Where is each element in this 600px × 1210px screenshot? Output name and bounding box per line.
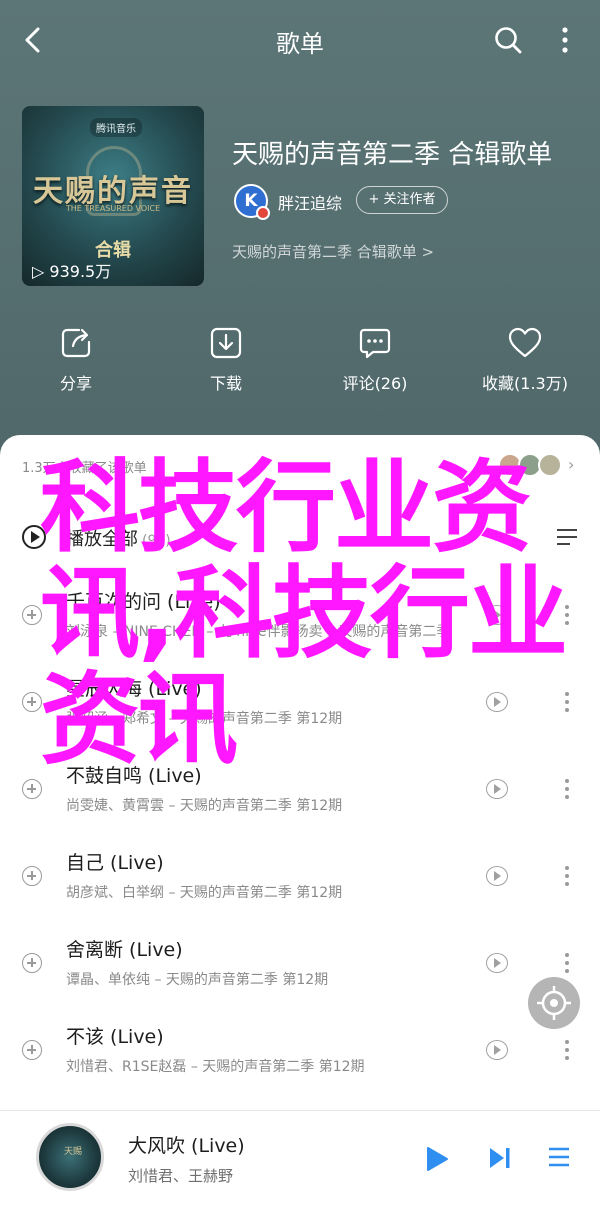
song-title: 自己 (Live) [66, 852, 164, 874]
album-description-link[interactable]: 天赐的声音第二季 合辑歌单 > [232, 241, 434, 262]
play-video-icon[interactable] [486, 1040, 508, 1060]
list-item[interactable]: 自己 (Live) 胡彦斌、白举纲 – 天赐的声音第二季 第12期 [0, 834, 600, 920]
search-icon [495, 27, 522, 54]
follow-creator-button[interactable]: + 关注作者 [356, 186, 448, 214]
playlist-queue-button[interactable] [548, 1145, 570, 1169]
verified-badge-icon [256, 206, 270, 220]
now-playing-cover[interactable]: 天赐 [36, 1123, 104, 1191]
song-meta: 刘惜君、R1SE赵磊 – 天赐的声音第二季 第12期 [66, 1059, 365, 1075]
heart-icon [508, 327, 542, 358]
play-all-row[interactable]: 播放全部 (90) [0, 519, 600, 559]
search-button[interactable] [492, 24, 524, 56]
target-icon [537, 986, 571, 1020]
song-title: 舍离断 (Live) [66, 939, 183, 961]
locate-playing-button[interactable] [528, 977, 580, 1029]
more-options-button[interactable] [553, 24, 577, 56]
comment-label: 评论(26) [342, 374, 408, 393]
collector-avatars[interactable] [498, 453, 562, 477]
download-button[interactable]: 下载 [156, 318, 296, 402]
cover-badge: 腾讯音乐 [90, 118, 142, 137]
more-vertical-icon[interactable] [560, 1038, 574, 1062]
avatar [538, 453, 562, 477]
list-item[interactable]: 舍离断 (Live) 谭晶、单依纯 – 天赐的声音第二季 第12期 [0, 921, 600, 1007]
creator-name[interactable]: 胖汪追综 [278, 190, 342, 214]
song-list-sheet: 1.3万人收藏了该歌单 › 播放全部 (90) 千百次的问 (Live) 刘泳泉 … [0, 435, 600, 1210]
collectors-text[interactable]: 1.3万人收藏了该歌单 [22, 457, 147, 476]
song-meta: 谭晶、单依纯 – 天赐的声音第二季 第12期 [66, 972, 329, 988]
play-video-icon[interactable] [486, 779, 508, 799]
favorite-button[interactable]: 收藏(1.3万) [455, 318, 595, 402]
more-vertical-icon [562, 27, 568, 53]
song-title: 千百次的问 (Live) [66, 591, 221, 613]
album-title: 天赐的声音第二季 合辑歌单 [232, 140, 553, 170]
mini-player[interactable]: 天赐 大风吹 (Live) 刘惜君、王赫野 [0, 1110, 600, 1210]
add-to-playlist-icon[interactable] [22, 866, 42, 886]
creator-avatar[interactable]: K [234, 184, 270, 220]
share-button[interactable]: 分享 [6, 318, 146, 402]
song-meta: 胡彦斌、白举纲 – 天赐的声音第二季 第12期 [66, 885, 343, 901]
play-icon [427, 1147, 448, 1171]
play-all-label[interactable]: 播放全部 (90) [66, 525, 171, 551]
play-all-text: 播放全部 [66, 529, 138, 550]
disc-label: 天赐 [63, 1147, 82, 1157]
cover-show-subtitle: THE TREASURED VOICE [65, 204, 161, 213]
song-title: 不该 (Live) [66, 1026, 164, 1048]
download-icon [210, 327, 242, 359]
song-meta: 张韶涵、郑希文 – 天赐的声音第二季 第12期 [66, 711, 343, 727]
list-item[interactable]: 不该 (Live) 刘惜君、R1SE赵磊 – 天赐的声音第二季 第12期 [0, 1008, 600, 1094]
comment-icon [359, 328, 391, 359]
list-item[interactable]: 星辰大海 (Live) 张韶涵、郑希文 – 天赐的声音第二季 第12期 [0, 660, 600, 746]
add-to-playlist-icon[interactable] [22, 605, 42, 625]
play-video-icon[interactable] [486, 605, 508, 625]
play-count: ▷ 939.5万 [32, 258, 111, 282]
album-cover[interactable]: 腾讯音乐 天赐的声音 THE TREASURED VOICE 合辑 ▷ 939.… [22, 106, 204, 286]
play-count-icon: ▷ [32, 262, 45, 281]
action-bar: 分享 下载 评论(26) 收藏(1.3万) [0, 318, 600, 402]
now-playing-title[interactable]: 大风吹 (Live) [128, 1131, 245, 1158]
more-vertical-icon[interactable] [560, 777, 574, 801]
share-icon [61, 328, 91, 358]
more-vertical-icon[interactable] [560, 951, 574, 975]
song-meta: 尚雯婕、黄霄雲 – 天赐的声音第二季 第12期 [66, 798, 343, 814]
list-item[interactable]: 不鼓自鸣 (Live) 尚雯婕、黄霄雲 – 天赐的声音第二季 第12期 [0, 747, 600, 833]
download-label: 下载 [209, 374, 242, 393]
more-vertical-icon[interactable] [560, 690, 574, 714]
share-label: 分享 [59, 374, 92, 393]
song-title: 不鼓自鸣 (Live) [66, 765, 202, 787]
more-vertical-icon[interactable] [560, 864, 574, 888]
skip-next-icon [490, 1148, 510, 1168]
queue-list-icon [549, 1147, 569, 1167]
play-video-icon[interactable] [486, 692, 508, 712]
favorite-label: 收藏(1.3万) [482, 374, 568, 393]
comment-button[interactable]: 评论(26) [305, 318, 445, 402]
now-playing-artist[interactable]: 刘惜君、王赫野 [128, 1165, 233, 1186]
play-count-value: 939.5万 [49, 262, 112, 281]
list-item[interactable]: 千百次的问 (Live) 刘泳泉 – NINE CHEN – 九 nine伴影杨… [0, 573, 600, 659]
multi-select-button[interactable] [556, 527, 578, 547]
add-to-playlist-icon[interactable] [22, 1040, 42, 1060]
play-video-icon[interactable] [486, 953, 508, 973]
song-meta: 刘泳泉 – NINE CHEN – 九 nine伴影杨卖 – 天赐的声音第二季 [66, 624, 451, 640]
top-bar: 歌单 [0, 0, 600, 80]
play-video-icon[interactable] [486, 866, 508, 886]
play-button[interactable] [424, 1145, 450, 1173]
add-to-playlist-icon[interactable] [22, 953, 42, 973]
more-vertical-icon[interactable] [560, 603, 574, 627]
play-circle-icon[interactable] [22, 525, 46, 549]
add-to-playlist-icon[interactable] [22, 692, 42, 712]
song-title: 星辰大海 (Live) [66, 678, 202, 700]
next-track-button[interactable] [487, 1145, 513, 1171]
chevron-right-icon[interactable]: › [568, 455, 574, 474]
list-menu-icon [557, 529, 577, 545]
play-all-count: (90) [142, 533, 171, 549]
add-to-playlist-icon[interactable] [22, 779, 42, 799]
